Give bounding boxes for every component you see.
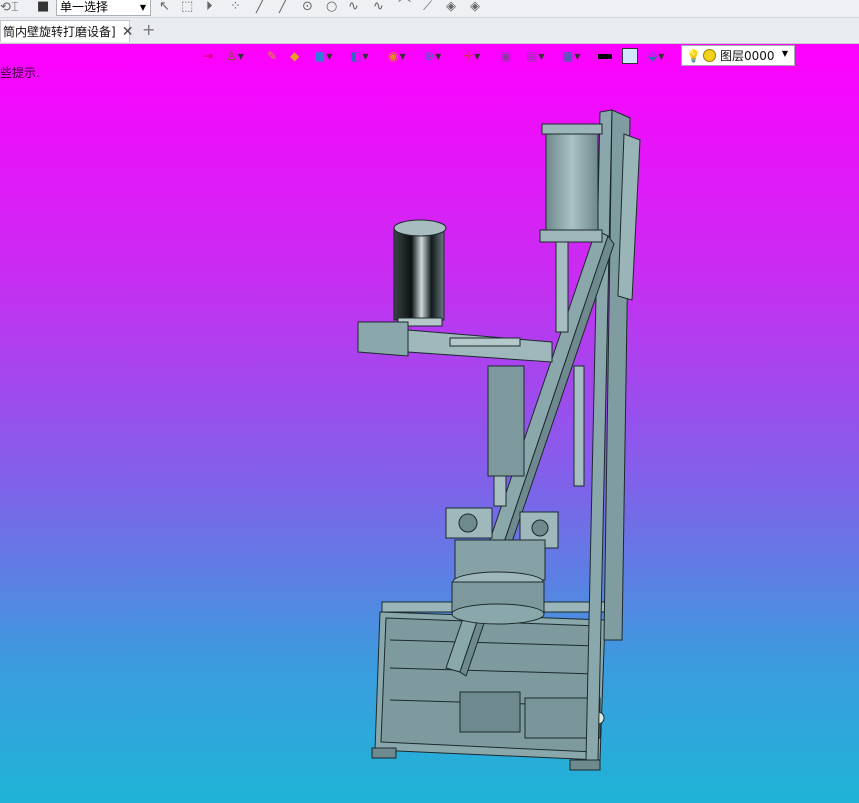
cube-icon[interactable]: ■ ▼ <box>314 47 333 65</box>
spline-icon[interactable]: ∿ <box>348 0 359 14</box>
pen-icon[interactable]: ✎ <box>267 47 277 65</box>
polyline-icon[interactable]: ╱ <box>279 0 287 14</box>
stop-icon[interactable]: ■ <box>37 0 49 14</box>
top-toolbar: ⟲ ⌶ ■ 单一选择 ▼ ↖ ⬚ ⏵ ⁘ ╱ ╱ ⊙ ○ ∿ ∿ ⌒ ⟋ ◈ ◈ <box>0 0 859 18</box>
select-region-icon[interactable]: ⬚ <box>181 0 193 14</box>
layers-icon[interactable]: ◈ <box>446 0 456 14</box>
render-icon[interactable]: ◉ ▼ <box>388 47 406 65</box>
fill-color-icon[interactable] <box>622 47 638 65</box>
panel-icon[interactable]: ▤ ▼ <box>526 47 545 65</box>
lightbulb-icon[interactable]: 💡 <box>686 49 701 63</box>
layer-value: 图层0000 <box>719 49 775 63</box>
document-tab-bar: 筒内壁旋转打磨设备] ✕ + <box>0 18 859 44</box>
play-icon[interactable]: ⏵ <box>206 0 213 14</box>
points-icon[interactable]: ⁘ <box>230 0 241 14</box>
display-icon[interactable]: ▦ ▼ <box>562 47 581 65</box>
frame-icon[interactable]: ▣ <box>500 47 511 65</box>
motor <box>393 229 445 321</box>
arc-icon[interactable]: ⌒ <box>398 0 411 14</box>
axis-icon[interactable]: ✛ ▼ <box>463 47 480 65</box>
selection-mode-select[interactable]: 单一选择 ▼ <box>56 0 151 16</box>
redo-icon[interactable]: ⟲ <box>0 1 11 15</box>
circle-center-icon[interactable]: ⊙ <box>302 0 313 14</box>
close-icon[interactable]: ✕ <box>122 24 134 40</box>
spindle <box>487 365 525 477</box>
chevron-down-icon: ▼ <box>139 3 146 12</box>
exit-icon[interactable]: ⇥ <box>203 47 213 65</box>
add-tab-icon[interactable]: + <box>142 20 155 39</box>
line-icon[interactable]: ╱ <box>256 0 264 14</box>
selector-icon[interactable]: ♙ ▼ <box>226 47 244 65</box>
extend-icon[interactable]: ⟋ <box>423 0 432 14</box>
select-arrow-icon[interactable]: ↖ <box>159 0 170 14</box>
circle-icon[interactable]: ○ <box>326 0 337 14</box>
selection-mode-value: 单一选择 <box>60 0 109 14</box>
tab-label: 筒内壁旋转打磨设备] <box>3 25 116 39</box>
horizontal-arm <box>357 321 409 357</box>
chevron-down-icon: ▼ <box>781 49 788 58</box>
layer-select[interactable]: 💡 图层0000 ▼ <box>681 45 795 66</box>
line-color-icon[interactable] <box>598 47 612 65</box>
zoom-icon[interactable]: ⊕ ▼ <box>424 47 441 65</box>
tab-document[interactable]: 筒内壁旋转打磨设备] ✕ <box>0 20 133 42</box>
sun-icon[interactable] <box>702 49 716 62</box>
machine-model <box>357 109 641 771</box>
layer-tool-icon[interactable]: ⬙ ▼ <box>648 47 664 65</box>
stack-icon[interactable]: ◈ <box>470 0 480 14</box>
curve-icon[interactable]: ∿ <box>373 0 384 14</box>
air-cylinder <box>545 127 599 239</box>
solid-icon[interactable]: ◆ <box>290 47 299 65</box>
measure-icon[interactable]: ⌶ <box>11 1 19 15</box>
sections-icon[interactable]: ◧ ▼ <box>350 47 369 65</box>
